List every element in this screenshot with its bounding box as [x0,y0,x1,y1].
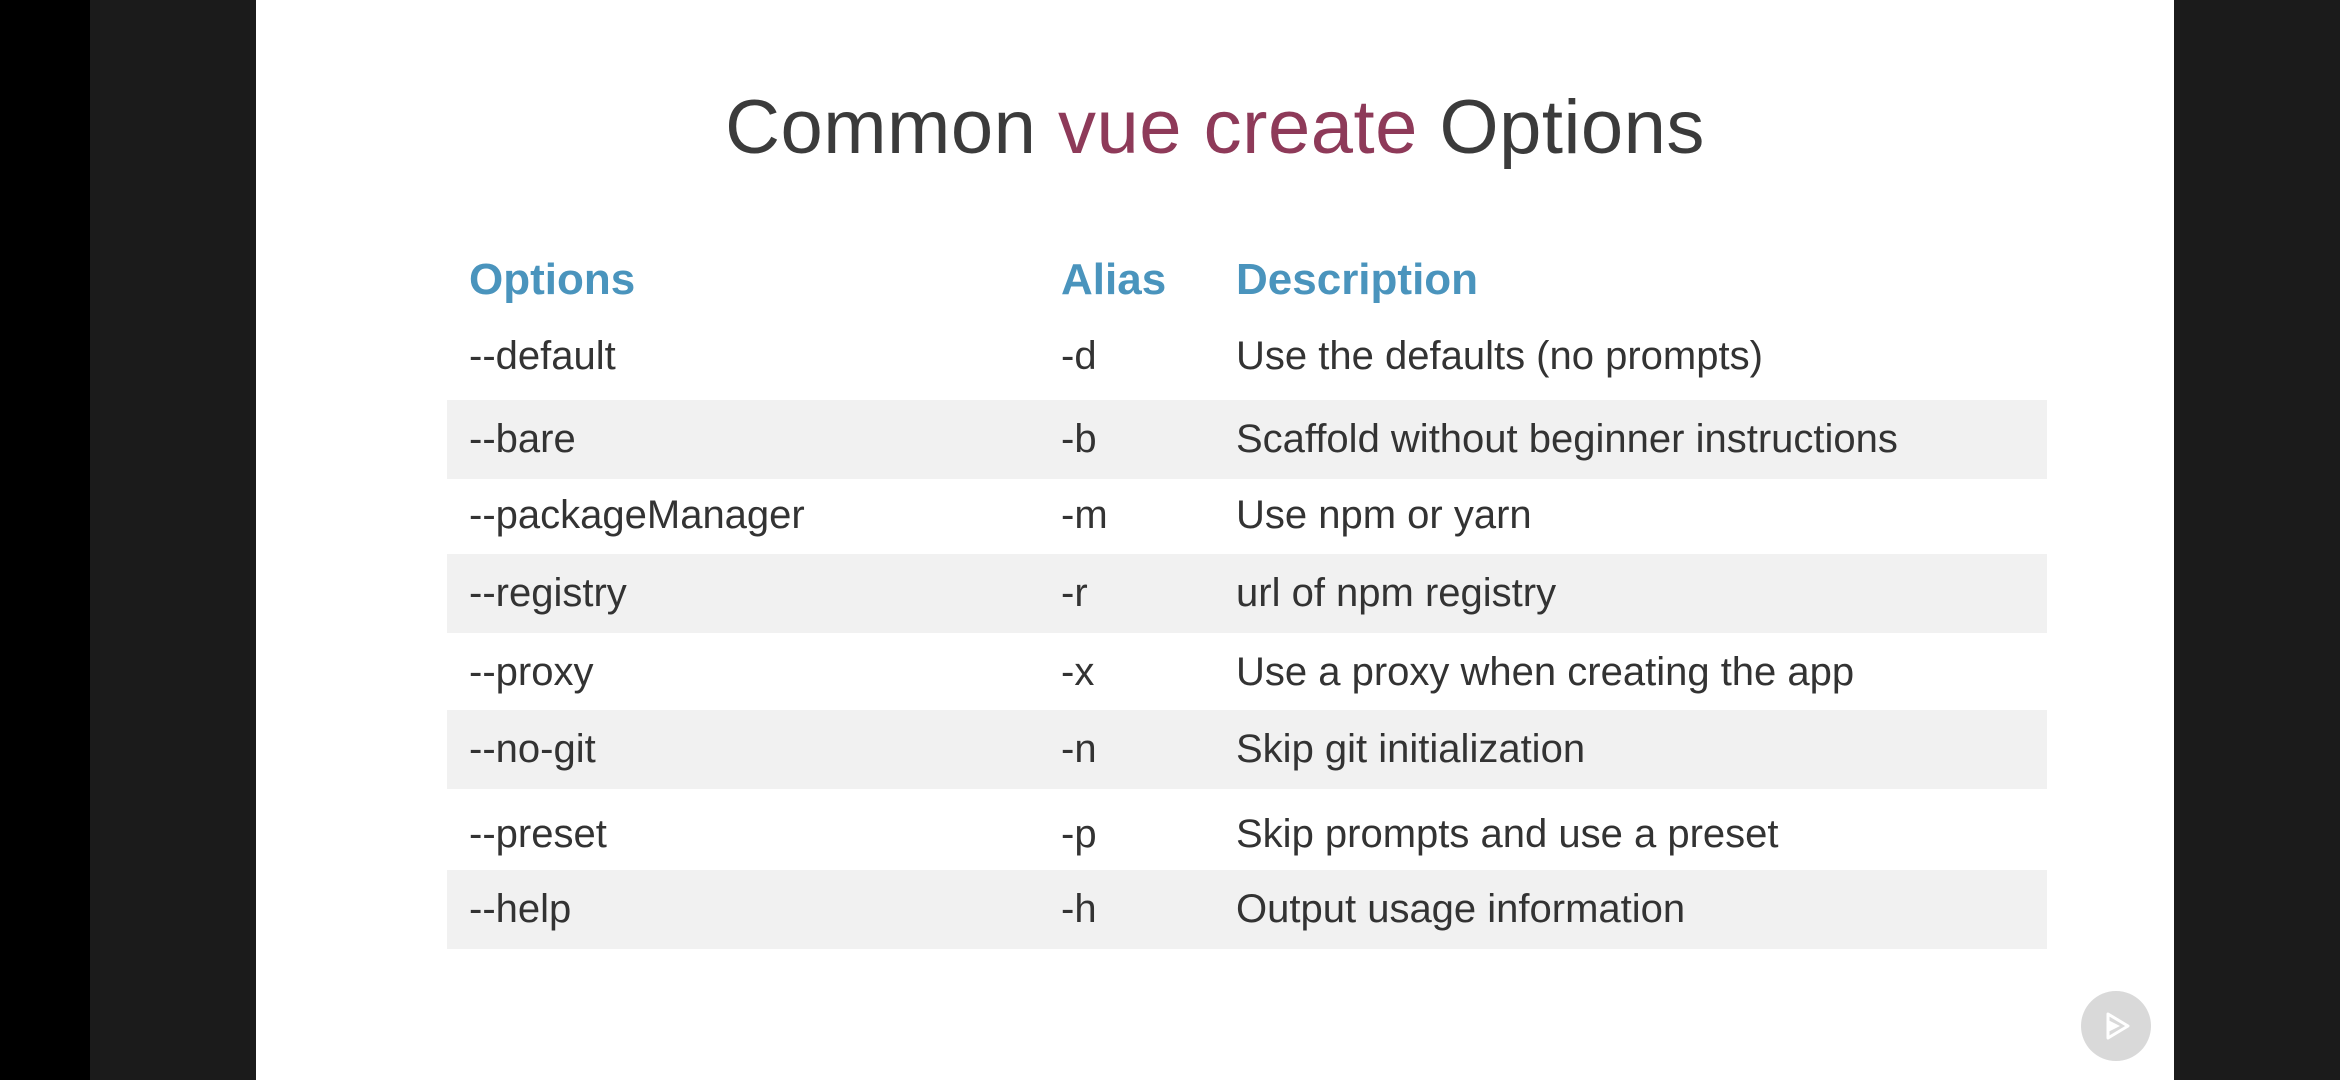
description-cell: Use the defaults (no prompts) [1236,334,1763,378]
letterbox-right [2174,0,2340,1080]
title-prefix: Common [725,85,1058,170]
option-cell: --registry [469,571,627,615]
option-cell: --no-git [469,727,596,771]
option-cell: --help [469,887,572,931]
alias-cell: -p [1061,812,1097,856]
table-row: --proxy -x Use a proxy when creating the… [447,633,2047,712]
table-row: --help -h Output usage information [447,870,2047,949]
description-cell: Use npm or yarn [1236,493,1532,537]
slide-title: Common vue create Options [256,78,2174,178]
option-cell: --preset [469,812,607,856]
option-cell: --packageManager [469,493,805,537]
alias-cell: -n [1061,727,1097,771]
description-cell: url of npm registry [1236,571,1557,615]
option-cell: --default [469,334,616,378]
option-cell: --proxy [469,650,594,694]
alias-cell: -h [1061,887,1097,931]
header-description: Description [1236,255,1479,304]
video-frame: Common vue create Options Options Alias … [0,0,2340,1080]
alias-cell: -r [1061,571,1088,615]
alias-cell: -x [1061,650,1095,694]
header-options: Options [469,255,636,304]
slide: Common vue create Options Options Alias … [256,0,2174,1080]
table-row: --registry -r url of npm registry [447,554,2047,633]
description-cell: Skip git initialization [1236,727,1586,771]
alias-cell: -b [1061,417,1097,461]
play-icon [2106,1012,2130,1040]
title-accent: vue create [1057,85,1418,170]
description-cell: Use a proxy when creating the app [1236,650,1855,694]
description-cell: Scaffold without beginner instructions [1236,417,1898,461]
option-cell: --bare [469,417,576,461]
alias-cell: -m [1061,493,1108,537]
title-suffix: Options [1417,85,1705,170]
description-cell: Skip prompts and use a preset [1236,812,1779,856]
header-alias: Alias [1061,255,1167,304]
alias-cell: -d [1061,334,1097,378]
table-header-row: Options Alias Description [447,240,2047,319]
table-row: --bare -b Scaffold without beginner inst… [447,400,2047,479]
play-button[interactable] [2081,991,2151,1061]
table-row: --preset -p Skip prompts and use a prese… [447,795,2047,874]
description-cell: Output usage information [1236,887,1686,931]
table-row: --packageManager -m Use npm or yarn [447,476,2047,555]
table-row: --no-git -n Skip git initialization [447,710,2047,789]
table-row: --default -d Use the defaults (no prompt… [447,317,2047,396]
letterbox-left [90,0,256,1080]
